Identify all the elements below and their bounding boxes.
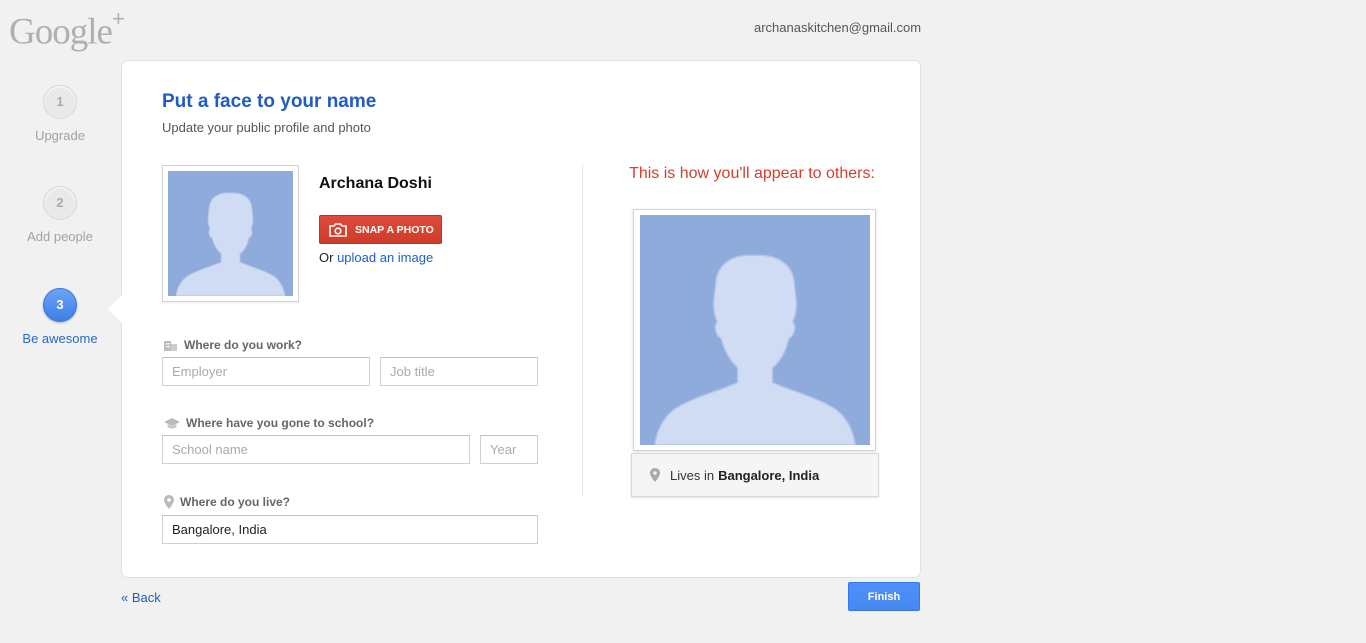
logo-plus: +	[111, 6, 125, 31]
profile-name: Archana Doshi	[319, 175, 432, 192]
preview-photo	[633, 209, 876, 451]
upload-image-link[interactable]: upload an image	[337, 250, 433, 265]
page-subtitle: Update your public profile and photo	[162, 120, 371, 135]
step-add-people: 2 Add people	[0, 186, 120, 244]
location-input[interactable]	[162, 515, 538, 544]
profile-photo[interactable]	[162, 165, 299, 302]
default-avatar-icon	[168, 171, 293, 296]
school-label-text: Where have you gone to school?	[186, 416, 375, 430]
lives-in-prefix: Lives in	[670, 467, 715, 483]
graduation-cap-icon	[164, 417, 180, 429]
live-label-text: Where do you live?	[180, 495, 291, 509]
step-label: Be awesome	[22, 331, 98, 346]
lives-in-value: Bangalore, India	[718, 467, 820, 483]
location-pin-icon	[650, 468, 660, 482]
school-label: Where have you gone to school?	[164, 416, 374, 430]
upload-line: Or upload an image	[319, 250, 433, 265]
job-title-input[interactable]	[380, 357, 538, 386]
preview-heading: This is how you'll appear to others:	[629, 165, 875, 182]
live-label: Where do you live?	[164, 495, 290, 509]
step-number-circle: 1	[43, 85, 77, 119]
employer-input[interactable]	[162, 357, 370, 386]
step-label: Upgrade	[35, 128, 85, 143]
finish-button[interactable]: Finish	[848, 582, 920, 611]
year-input[interactable]	[480, 435, 538, 464]
default-avatar-icon	[640, 215, 870, 445]
location-pin-icon	[164, 495, 174, 509]
building-icon	[164, 339, 178, 351]
preview-lives-in: Lives in Bangalore, India	[631, 453, 879, 497]
step-upgrade: 1 Upgrade	[0, 85, 120, 143]
page-title: Put a face to your name	[162, 91, 377, 112]
step-label: Add people	[27, 229, 93, 244]
google-plus-logo[interactable]: Google+	[9, 6, 125, 53]
work-label-text: Where do you work?	[184, 338, 303, 352]
snap-photo-label: SNAP A PHOTO	[355, 223, 434, 236]
snap-photo-button[interactable]: SNAP A PHOTO	[319, 215, 442, 244]
column-divider	[582, 165, 583, 496]
step-be-awesome: 3 Be awesome	[0, 288, 120, 346]
logo-text: Google	[9, 11, 113, 53]
school-name-input[interactable]	[162, 435, 470, 464]
back-link[interactable]: « Back	[121, 590, 161, 605]
profile-card: Put a face to your name Update your publ…	[121, 60, 921, 578]
step-number-circle: 3	[43, 288, 77, 322]
or-text: Or	[319, 250, 338, 265]
account-email[interactable]: archanaskitchen@gmail.com	[754, 20, 921, 35]
camera-icon	[329, 222, 347, 237]
step-number-circle: 2	[43, 186, 77, 220]
card-pointer-arrow	[108, 295, 122, 323]
work-label: Where do you work?	[164, 338, 302, 352]
